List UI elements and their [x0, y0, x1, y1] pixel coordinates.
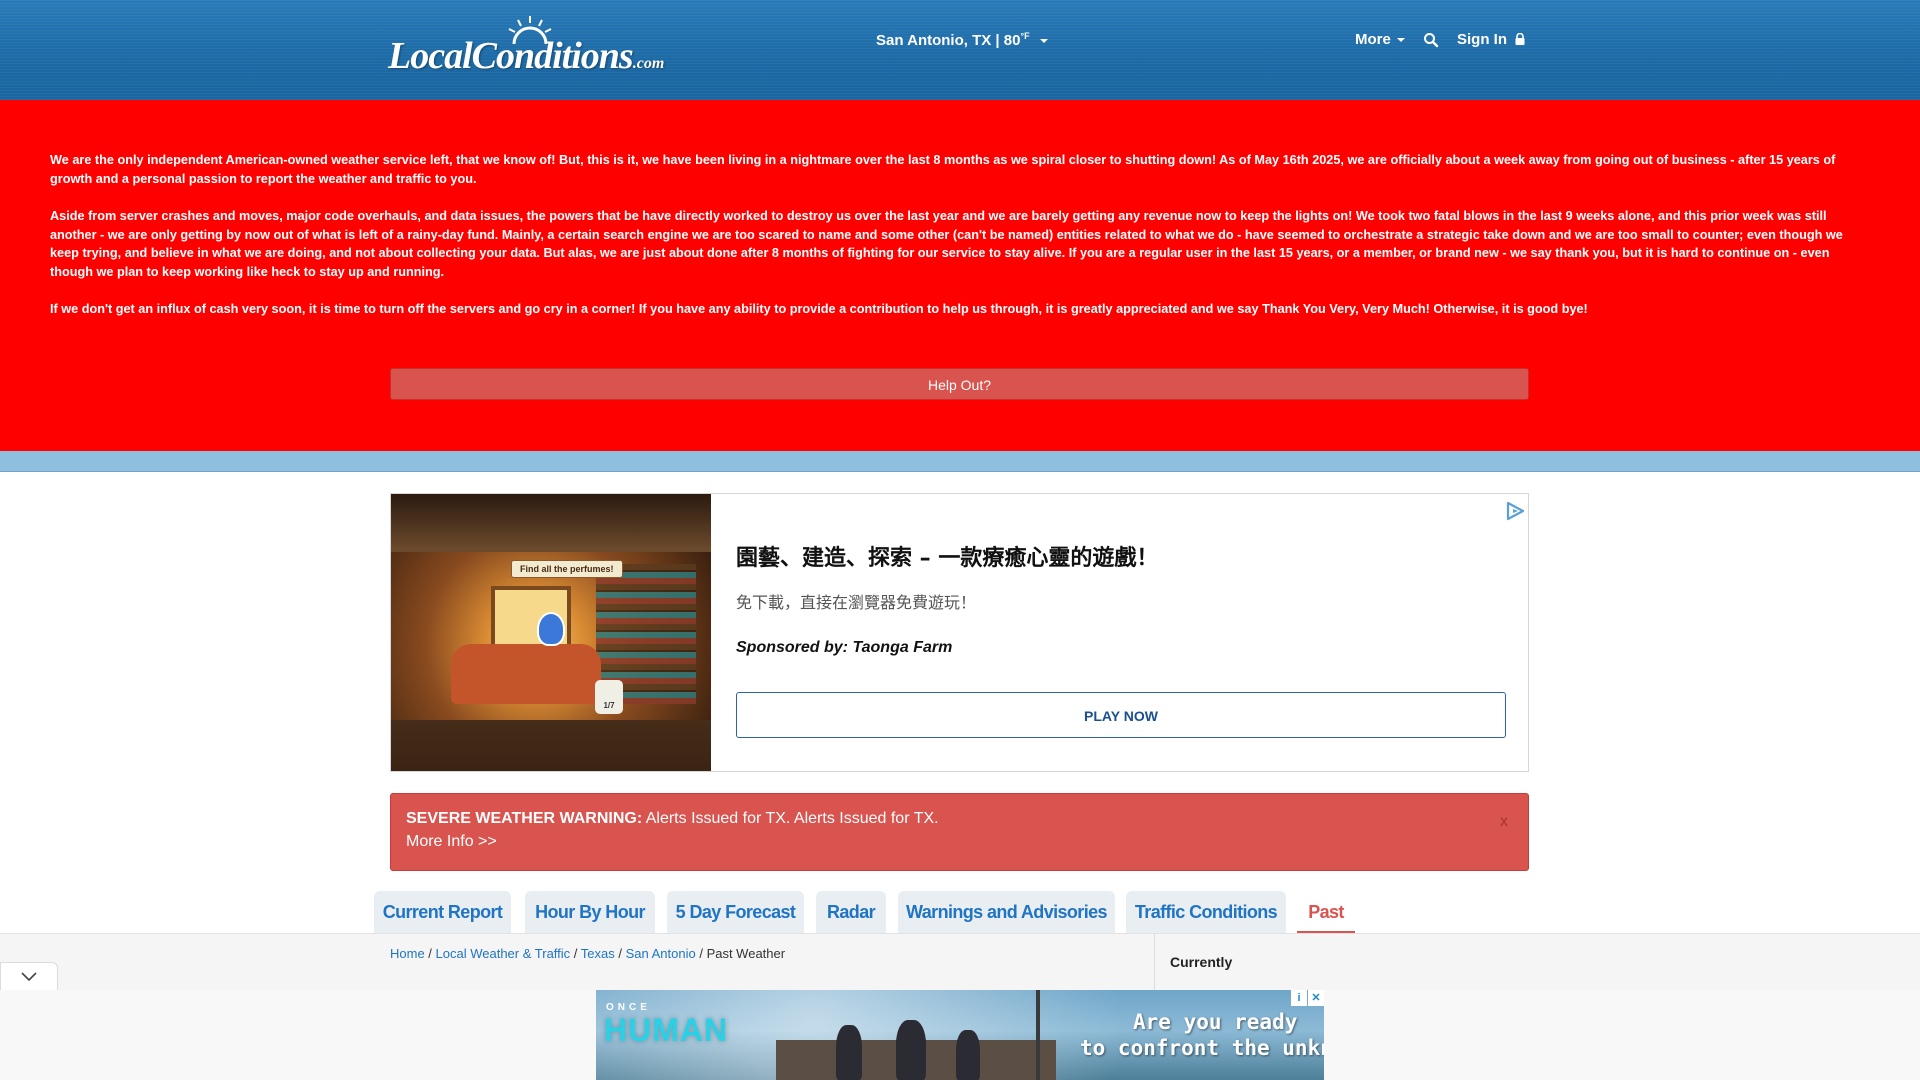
perfume-icon — [537, 612, 565, 646]
site-logo[interactable]: LocalConditions.com — [388, 14, 664, 77]
tab-hour-by-hour[interactable]: Hour By Hour — [525, 891, 655, 933]
ad-tagline-1: Are you ready — [1133, 1010, 1298, 1034]
ad-brand-main: HUMAN — [604, 1012, 729, 1048]
breadcrumb-current: Past Weather — [706, 946, 786, 961]
logo-text: LocalConditions.com — [388, 35, 665, 77]
breadcrumb-separator: / — [614, 946, 626, 961]
search-icon[interactable] — [1423, 32, 1439, 48]
bottom-banner-ad[interactable]: ONCE HUMAN Are you ready to confront the… — [596, 990, 1324, 1080]
ad-subtitle: 免下載，直接在瀏覽器免費遊玩！ — [736, 593, 977, 612]
content-header: Home / Local Weather & Traffic / Texas /… — [0, 933, 1920, 994]
site-header: LocalConditions.com San Antonio, TX | 80… — [0, 0, 1920, 101]
ad-sponsor: Sponsored by: Taonga Farm — [736, 639, 953, 656]
alert-more-info-link[interactable]: More Info >> — [406, 833, 497, 851]
currently-heading: Currently — [1170, 954, 1233, 970]
breadcrumb: Home / Local Weather & Traffic / Texas /… — [390, 946, 785, 961]
breadcrumb-home[interactable]: Home — [390, 946, 425, 961]
alert-text: Alerts Issued for TX. Alerts Issued for … — [642, 810, 939, 827]
tab-warnings-advisories[interactable]: Warnings and Advisories — [898, 891, 1115, 933]
ad-scene-figure — [836, 1025, 862, 1080]
breadcrumb-separator: / — [424, 946, 436, 961]
severe-weather-alert: SEVERE WEATHER WARNING: Alerts Issued fo… — [390, 793, 1529, 871]
chevron-down-icon — [21, 972, 37, 982]
tab-current-report[interactable]: Current Report — [374, 891, 511, 933]
info-icon[interactable]: i — [1291, 990, 1307, 1006]
ad-badges: i ✕ — [1290, 990, 1324, 1006]
location-selector[interactable]: San Antonio, TX | 80°F — [876, 31, 1048, 49]
tab-past[interactable]: Past — [1297, 891, 1355, 933]
close-icon[interactable]: ✕ — [1308, 990, 1324, 1006]
divider-strip — [0, 451, 1920, 472]
breadcrumb-local-weather[interactable]: Local Weather & Traffic — [436, 946, 571, 961]
tab-radar[interactable]: Radar — [816, 891, 886, 933]
play-now-button[interactable]: PLAY NOW — [736, 692, 1506, 738]
breadcrumb-separator: / — [570, 946, 581, 961]
banner-paragraph-2: Aside from server crashes and moves, maj… — [50, 209, 1843, 279]
banner-paragraph-1: We are the only independent American-own… — [50, 153, 1836, 186]
banner-paragraph-3: If we don't get an influx of cash very s… — [50, 302, 1588, 316]
ad-tagline-2: to confront the unknown? — [1080, 1036, 1324, 1060]
ad-image-sofa — [451, 644, 601, 704]
ad-scene-figure — [896, 1020, 926, 1080]
ad-image-caption: Find all the perfumes! — [511, 560, 623, 578]
adchoices-icon[interactable] — [1504, 500, 1526, 522]
alert-label: SEVERE WEATHER WARNING: — [406, 810, 643, 827]
sponsored-ad[interactable]: Find all the perfumes! 1/7 園藝、建造、探索 – 一款… — [390, 493, 1529, 772]
ad-title[interactable]: 園藝、建造、探索 – 一款療癒心靈的遊戲！ — [736, 540, 1158, 572]
tab-traffic-conditions[interactable]: Traffic Conditions — [1126, 891, 1286, 933]
more-menu-button[interactable]: More — [1355, 31, 1405, 48]
help-out-button[interactable]: Help Out? — [390, 368, 1529, 400]
ad-scene-figure — [956, 1030, 980, 1080]
tab-5-day-forecast[interactable]: 5 Day Forecast — [667, 891, 804, 933]
ad-image[interactable]: Find all the perfumes! 1/7 — [391, 494, 711, 771]
chevron-down-icon — [1039, 39, 1048, 44]
breadcrumb-separator: / — [695, 946, 707, 961]
chevron-down-icon — [1396, 38, 1405, 43]
lock-icon — [1515, 33, 1525, 45]
breadcrumb-texas[interactable]: Texas — [581, 946, 615, 961]
breadcrumb-san-antonio[interactable]: San Antonio — [626, 946, 696, 961]
ad-image-counter: 1/7 — [595, 680, 623, 714]
sign-in-link[interactable]: Sign In — [1457, 31, 1525, 48]
column-divider — [1154, 934, 1155, 994]
close-icon[interactable]: x — [1500, 813, 1508, 831]
ad-scene-mast — [1036, 990, 1040, 1080]
alert-message: SEVERE WEATHER WARNING: Alerts Issued fo… — [406, 810, 939, 828]
